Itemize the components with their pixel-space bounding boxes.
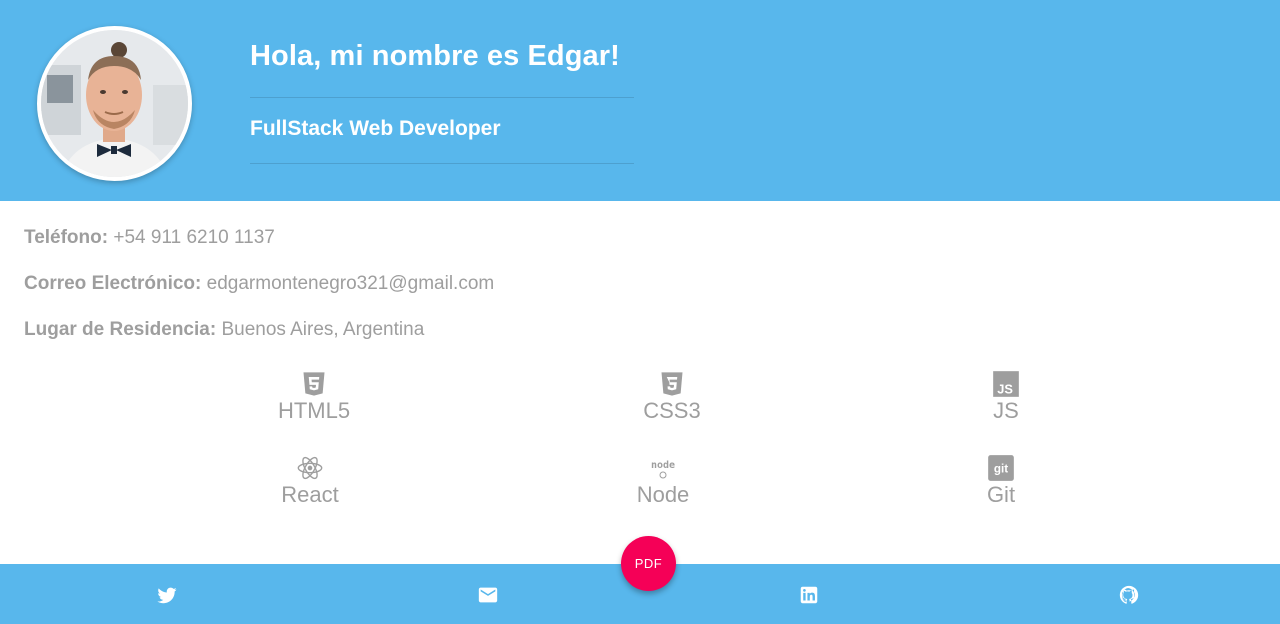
svg-text:JS: JS [997,381,1013,396]
node-icon: node [651,460,675,479]
profile-photo [41,30,188,177]
divider [250,97,634,98]
react-icon [297,456,323,480]
github-icon[interactable] [1118,584,1140,606]
residence-label: Lugar de Residencia: [24,319,217,340]
linkedin-icon[interactable] [798,584,820,606]
skill-html5: HTML5 [244,370,384,424]
skill-label: React [281,482,339,507]
email-label: Correo Electrónico: [24,273,202,294]
avatar [37,26,192,181]
svg-text:git: git [994,463,1008,476]
residence-row: Lugar de Residencia: Buenos Aires, Argen… [24,319,424,341]
skill-css3: CSS3 [602,370,742,424]
email-row: Correo Electrónico: edgarmontenegro321@g… [24,273,494,295]
phone-label: Teléfono: [24,227,109,248]
job-title: FullStack Web Developer [250,117,501,140]
twitter-icon[interactable] [156,584,178,606]
git-icon: git [988,455,1014,481]
phone-row: Teléfono: +54 911 6210 1137 [24,227,275,249]
page-title: Hola, mi nombre es Edgar! [250,40,620,72]
skill-git: git Git [931,454,1071,508]
html5-icon [303,372,325,396]
skill-label: JS [993,398,1019,423]
skill-label: CSS3 [643,398,701,423]
phone-value: +54 911 6210 1137 [113,227,275,248]
mail-icon[interactable] [477,584,499,606]
skill-react: React [240,454,380,508]
svg-text:node: node [651,460,675,471]
skill-label: Git [986,482,1016,507]
skill-label: HTML5 [277,398,351,423]
skill-label: Node [636,482,690,507]
skill-js: JS JS [936,370,1076,424]
email-value: edgarmontenegro321@gmail.com [206,273,495,294]
js-icon: JS [993,371,1019,397]
divider [250,163,634,164]
header: Hola, mi nombre es Edgar! FullStack Web … [0,0,1280,201]
residence-value: Buenos Aires, Argentina [221,319,425,340]
pdf-download-button[interactable]: PDF [621,536,676,591]
css3-icon [661,372,683,396]
skill-node: node Node [593,454,733,508]
